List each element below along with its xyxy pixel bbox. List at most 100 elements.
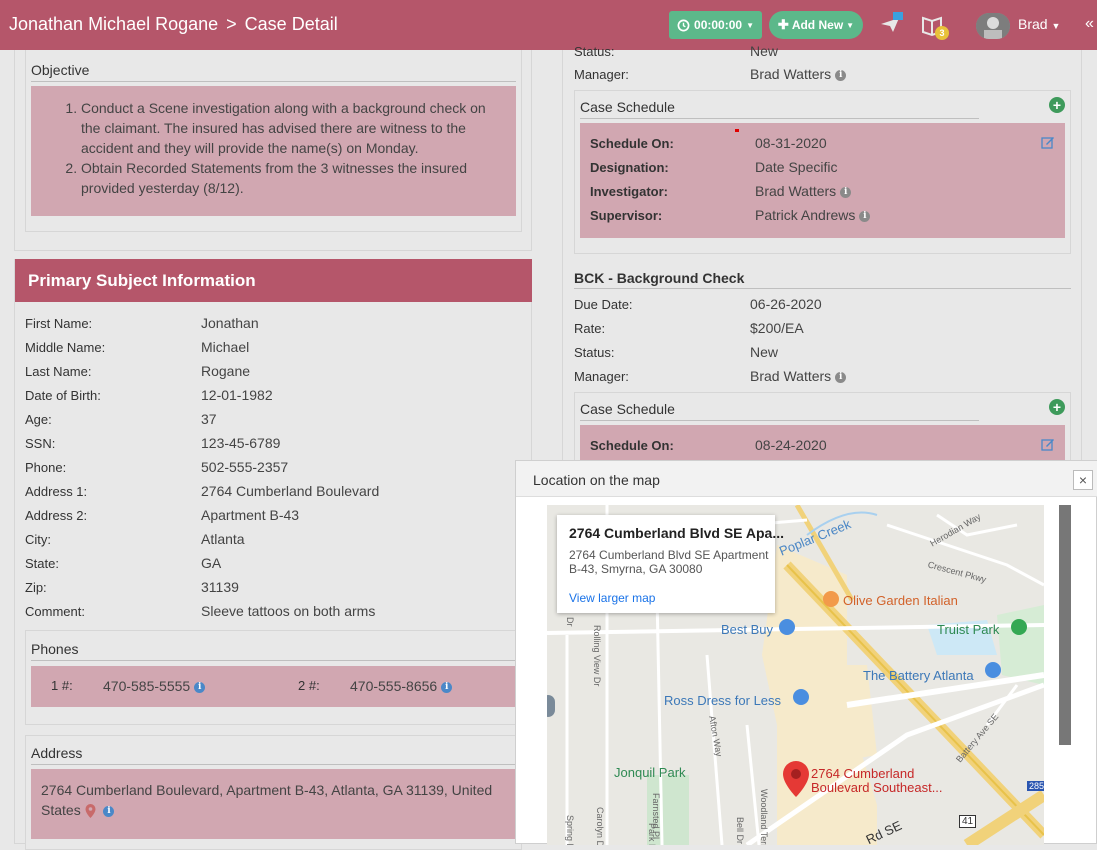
task2-field-value: 06-26-2020 (750, 296, 822, 312)
timer-button[interactable]: 00:00:00 ▼ (669, 11, 762, 39)
restaurant-icon (823, 591, 839, 607)
info-icon[interactable]: i (441, 681, 453, 693)
task2-field-value: $200/EA (750, 320, 804, 336)
objective-item: Conduct a Scene investigation along with… (81, 98, 491, 158)
edit-icon[interactable] (1041, 136, 1055, 149)
subject-field-value: 12-01-1982 (201, 387, 273, 403)
objective-list: Conduct a Scene investigation along with… (81, 98, 491, 198)
task2-title: BCK - Background Check (574, 270, 745, 286)
divider (574, 288, 1071, 289)
subject-field-label: State: (25, 556, 59, 571)
divider (31, 81, 516, 82)
subject-field-value: Atlanta (201, 531, 245, 547)
task2-field-value: New (750, 344, 778, 360)
subject-field-label: First Name: (25, 316, 93, 331)
subject-field-label: Comment: (25, 604, 85, 619)
info-address-line1: 2764 Cumberland Blvd SE Apartment (569, 548, 769, 562)
subject-field-label: Address 1: (25, 484, 88, 499)
add-schedule-button-2[interactable]: + (1049, 399, 1065, 415)
edit-icon[interactable] (1041, 438, 1055, 451)
schedule-field-value: Brad Watters i (755, 183, 852, 199)
subject-field-label: SSN: (25, 436, 56, 451)
map-modal: Location on the map × 2764 Cumberland Bl… (515, 460, 1097, 845)
subject-field-value: 37 (201, 411, 217, 427)
map-pin-label-line2: Boulevard Southeast... (811, 780, 943, 795)
objective-content: Conduct a Scene investigation along with… (31, 86, 516, 216)
park-icon (1011, 619, 1027, 635)
collapse-sidebar-icon[interactable]: « (1085, 15, 1094, 33)
close-button[interactable]: × (1073, 470, 1093, 490)
schedule2-value: 08-24-2020 (755, 437, 827, 453)
subject-field-value: 502-555-2357 (201, 459, 289, 475)
map-label-dr: Dr (565, 617, 575, 627)
marker-dot (735, 129, 739, 132)
info-address-line2: B-43, Smyrna, GA 30080 (569, 562, 703, 576)
phone-1-label: 1 #: (51, 678, 73, 693)
add-new-button[interactable]: ✚ Add New ▼ (769, 11, 863, 39)
schedule-value-text: Patrick Andrews (755, 207, 856, 223)
timer-value: 00:00:00 (694, 18, 743, 32)
schedule-value-text: 08-31-2020 (755, 135, 827, 151)
primary-subject-header: Primary Subject Information (15, 259, 532, 302)
task2-field-label: Rate: (574, 321, 606, 336)
address-value: 2764 Cumberland Boulevard, Apartment B-4… (41, 780, 511, 820)
avatar[interactable] (976, 13, 1010, 39)
task2-value-text: 06-26-2020 (750, 296, 822, 312)
task1-manager-label: Manager: (574, 67, 629, 82)
divider (31, 660, 516, 661)
schedule-field-label: Designation: (590, 160, 669, 175)
objective-title: Objective (31, 62, 90, 78)
task2-value-text: Brad Watters (750, 368, 832, 384)
info-icon[interactable]: i (835, 69, 847, 81)
case-schedule-title: Case Schedule (580, 99, 675, 115)
subject-field-value: 31139 (201, 579, 239, 595)
map-info-window: 2764 Cumberland Blvd SE Apa... 2764 Cumb… (557, 515, 784, 613)
schedule-value-text: Date Specific (755, 159, 838, 175)
subject-field-value: 123-45-6789 (201, 435, 281, 451)
task2-field-label: Due Date: (574, 297, 633, 312)
location-pin-icon[interactable] (783, 761, 809, 797)
subject-field-value: Apartment B-43 (201, 507, 300, 523)
map-pin-icon[interactable] (85, 804, 96, 819)
breadcrumb: Jonathan Michael Rogane > Case Detail (9, 14, 338, 35)
info-icon[interactable]: i (835, 371, 847, 383)
map-modal-title: Location on the map (533, 472, 660, 488)
task2-field-value: Brad Watters i (750, 368, 847, 384)
user-menu[interactable]: Brad ▼ (1018, 16, 1060, 32)
map-label-bell: Bell Dr (735, 817, 745, 845)
phone-1-value[interactable]: 470-585-5555 i (103, 678, 206, 694)
clock-icon (677, 19, 690, 31)
task1-manager-name: Brad Watters (750, 66, 832, 82)
route-285-shield: 285 (1027, 781, 1044, 791)
subject-field-label: Address 2: (25, 508, 88, 523)
info-icon[interactable]: i (194, 681, 206, 693)
notifications-icon[interactable] (879, 12, 905, 38)
chevron-down-icon: ▼ (846, 20, 855, 30)
map-label-spring: Spring Dr (565, 815, 575, 845)
shopping-icon (779, 619, 795, 635)
top-bar: Jonathan Michael Rogane > Case Detail 00… (0, 0, 1097, 50)
info-icon[interactable]: i (859, 210, 871, 222)
breadcrumb-subject[interactable]: Jonathan Michael Rogane (9, 14, 218, 35)
view-larger-map-link[interactable]: View larger map (569, 591, 655, 605)
schedule-field-value: 08-31-2020 (755, 135, 827, 151)
phone-2-value[interactable]: 470-555-8656 i (350, 678, 453, 694)
subject-field-label: Last Name: (25, 364, 92, 379)
schedule-field-value: Date Specific (755, 159, 837, 175)
map-view[interactable]: 2764 Cumberland Blvd SE Apa... 2764 Cumb… (547, 505, 1044, 845)
map-label-ross: Ross Dress for Less (664, 693, 782, 708)
subject-field-label: City: (25, 532, 51, 547)
subject-field-value: GA (201, 555, 222, 571)
phone-2-number: 470-555-8656 (350, 678, 438, 694)
subject-field-label: Middle Name: (25, 340, 106, 355)
schedule-field-label: Investigator: (590, 184, 669, 199)
map-scrollbar[interactable] (1059, 505, 1071, 745)
task2-field-label: Manager: (574, 369, 629, 384)
subject-field-value: Michael (201, 339, 250, 355)
map-label-battery-atlanta: The Battery Atlanta (863, 668, 974, 683)
map-label-olive-garden: Olive Garden Italian (843, 593, 958, 608)
info-icon[interactable]: i (103, 805, 115, 817)
info-icon[interactable]: i (840, 186, 852, 198)
add-schedule-button[interactable]: + (1049, 97, 1065, 113)
subject-field-label: Age: (25, 412, 52, 427)
